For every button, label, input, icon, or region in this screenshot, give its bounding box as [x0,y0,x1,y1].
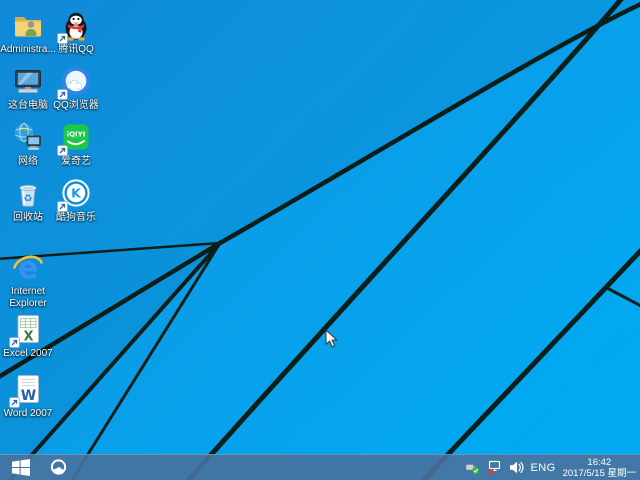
icon-label: Internet Explorer [0,286,57,309]
this-pc-icon [11,64,45,98]
language-indicator[interactable]: ENG [531,462,556,474]
internet-explorer-icon: e [11,250,45,284]
windows-logo-icon [12,459,30,476]
clock[interactable]: 16:42 2017/5/15 星期一 [563,457,636,479]
network-disconnected-icon[interactable] [487,460,502,475]
shortcut-arrow-icon [9,397,20,408]
desktop-icon-tencent-qq[interactable]: 腾讯QQ [47,8,105,56]
usb-device-icon[interactable] [465,460,480,475]
icon-label: Excel 2007 [0,348,57,360]
recycle-bin-icon: ♻ [11,176,45,210]
clock-time: 16:42 [563,457,636,468]
svg-text:W: W [21,388,36,404]
taskbar: ENG 16:42 2017/5/15 星期一 [0,454,640,480]
desktop-icon-iqiyi[interactable]: iQIYI 爱奇艺 [47,120,105,168]
icon-label: 爱奇艺 [47,156,105,168]
desktop-icon-kugou-music[interactable]: K 酷狗音乐 [47,176,105,224]
desktop-icon-word-2007[interactable]: W Word 2007 [0,372,57,420]
start-button[interactable] [0,455,42,480]
desktop-icon-excel-2007[interactable]: X Excel 2007 [0,312,57,360]
shortcut-arrow-icon [9,337,20,348]
svg-text:♻: ♻ [24,194,33,205]
desktop-icon-qq-browser[interactable]: QQ浏览器 [47,64,105,112]
shortcut-arrow-icon [57,89,68,100]
tencent-qq-icon [59,8,93,42]
kugou-music-icon: K [59,176,93,210]
system-tray: ENG 16:42 2017/5/15 星期一 [465,457,640,479]
svg-text:iQIYI: iQIYI [67,131,86,139]
shortcut-arrow-icon [57,145,68,156]
svg-text:K: K [71,186,82,201]
icon-label: 酷狗音乐 [47,212,105,224]
taskbar-qq-browser-button[interactable] [42,455,74,480]
desktop-icon-internet-explorer[interactable]: eInternet Explorer [0,250,57,309]
icon-label: Word 2007 [0,408,57,420]
desktop-screen: Administra...腾讯QQ这台电脑QQ浏览器网络iQIYI爱奇艺♻回收站… [0,0,640,480]
icon-label: QQ浏览器 [47,100,105,112]
word-2007-icon: W [11,372,45,406]
volume-icon[interactable] [509,460,524,475]
excel-2007-icon: X [11,312,45,346]
icon-label: 腾讯QQ [47,44,105,56]
clock-date: 2017/5/15 星期一 [563,468,636,479]
svg-text:X: X [23,330,33,345]
qq-browser-icon [59,64,93,98]
user-folder-icon [11,8,45,42]
qq-browser-icon [49,458,68,477]
shortcut-arrow-icon [57,33,68,44]
shortcut-arrow-icon [57,201,68,212]
network-icon [11,120,45,154]
iqiyi-icon: iQIYI [59,120,93,154]
